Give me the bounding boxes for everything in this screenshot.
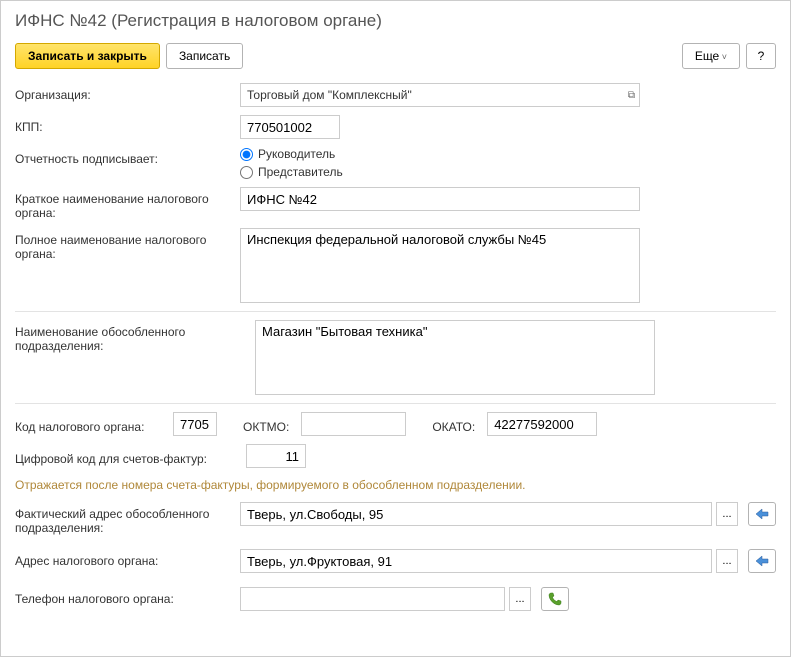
help-button[interactable]: ? xyxy=(746,43,776,69)
radio-manager-label: Руководитель xyxy=(258,147,335,161)
code-input[interactable] xyxy=(173,412,217,436)
radio-representative-label: Представитель xyxy=(258,165,343,179)
dept-name-label: Наименование обособленного подразделения… xyxy=(15,320,255,353)
phone-icon xyxy=(548,592,562,606)
dial-button[interactable] xyxy=(541,587,569,611)
tax-phone-input[interactable] xyxy=(240,587,505,611)
actual-addr-copy-button[interactable] xyxy=(748,502,776,526)
tax-addr-label: Адрес налогового органа: xyxy=(15,549,240,568)
more-button[interactable]: Еще xyxy=(682,43,740,69)
oktmo-label: ОКТМО: xyxy=(243,415,295,434)
org-label: Организация: xyxy=(15,83,240,102)
tax-phone-label: Телефон налогового органа: xyxy=(15,587,240,606)
form-body: Организация: Торговый дом "Комплексный" … xyxy=(1,79,790,623)
kpp-label: КПП: xyxy=(15,115,240,134)
separator xyxy=(15,403,776,404)
open-icon[interactable]: ⧉ xyxy=(628,90,635,101)
tax-phone-select-button[interactable]: ... xyxy=(509,587,531,611)
tax-addr-select-button[interactable]: ... xyxy=(716,549,738,573)
arrow-left-icon xyxy=(755,555,769,567)
arrow-left-icon xyxy=(755,508,769,520)
window-title: ИФНС №42 (Регистрация в налоговом органе… xyxy=(1,1,790,39)
org-field[interactable]: Торговый дом "Комплексный" ⧉ xyxy=(240,83,640,107)
signer-label: Отчетность подписывает: xyxy=(15,147,240,166)
radio-representative[interactable]: Представитель xyxy=(240,165,343,179)
save-and-close-button[interactable]: Записать и закрыть xyxy=(15,43,160,69)
actual-addr-input[interactable] xyxy=(240,502,712,526)
okato-input[interactable] xyxy=(487,412,597,436)
kpp-input[interactable] xyxy=(240,115,340,139)
signer-radio-group: Руководитель Представитель xyxy=(240,147,343,179)
tax-addr-input[interactable] xyxy=(240,549,712,573)
full-name-label: Полное наименование налогового органа: xyxy=(15,228,240,261)
dept-name-textarea[interactable]: Магазин "Бытовая техника" xyxy=(255,320,655,395)
digital-hint: Отражается после номера счета-фактуры, ф… xyxy=(15,476,776,502)
full-name-textarea[interactable]: Инспекция федеральной налоговой службы №… xyxy=(240,228,640,303)
actual-addr-label: Фактический адрес обособленного подразде… xyxy=(15,502,240,535)
short-name-label: Краткое наименование налогового органа: xyxy=(15,187,240,220)
short-name-input[interactable] xyxy=(240,187,640,211)
save-button[interactable]: Записать xyxy=(166,43,243,69)
radio-manager-input[interactable] xyxy=(240,148,253,161)
org-value: Торговый дом "Комплексный" xyxy=(247,88,412,102)
toolbar: Записать и закрыть Записать Еще ? xyxy=(1,39,790,79)
radio-representative-input[interactable] xyxy=(240,166,253,179)
radio-manager[interactable]: Руководитель xyxy=(240,147,343,161)
code-label: Код налогового органа: xyxy=(15,415,167,434)
actual-addr-select-button[interactable]: ... xyxy=(716,502,738,526)
tax-addr-copy-button[interactable] xyxy=(748,549,776,573)
oktmo-input[interactable] xyxy=(301,412,406,436)
okato-label: ОКАТО: xyxy=(432,415,481,434)
separator xyxy=(15,311,776,312)
digital-label: Цифровой код для счетов-фактур: xyxy=(15,447,240,466)
digital-input[interactable] xyxy=(246,444,306,468)
registration-window: ИФНС №42 (Регистрация в налоговом органе… xyxy=(0,0,791,657)
